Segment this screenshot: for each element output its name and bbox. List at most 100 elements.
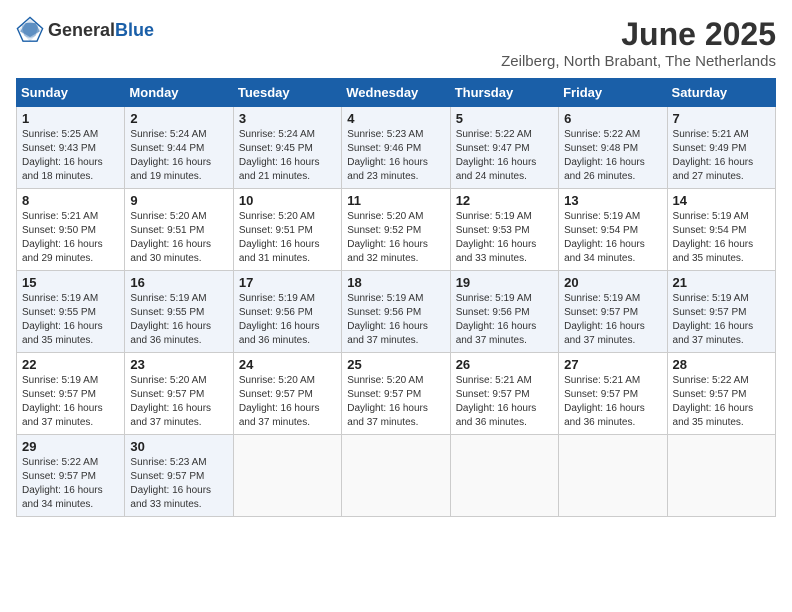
calendar-day-cell: 30 Sunrise: 5:23 AM Sunset: 9:57 PM Dayl… bbox=[125, 435, 233, 517]
calendar-day-cell: 28 Sunrise: 5:22 AM Sunset: 9:57 PM Dayl… bbox=[667, 353, 775, 435]
calendar-day-cell: 22 Sunrise: 5:19 AM Sunset: 9:57 PM Dayl… bbox=[17, 353, 125, 435]
day-number: 29 bbox=[22, 439, 119, 454]
day-number: 1 bbox=[22, 111, 119, 126]
cell-info: Sunrise: 5:20 AM Sunset: 9:57 PM Dayligh… bbox=[347, 374, 444, 430]
calendar-day-cell: 5 Sunrise: 5:22 AM Sunset: 9:47 PM Dayli… bbox=[450, 107, 558, 189]
calendar-day-cell: 9 Sunrise: 5:20 AM Sunset: 9:51 PM Dayli… bbox=[125, 189, 233, 271]
calendar-day-cell: 12 Sunrise: 5:19 AM Sunset: 9:53 PM Dayl… bbox=[450, 189, 558, 271]
cell-info: Sunrise: 5:20 AM Sunset: 9:57 PM Dayligh… bbox=[130, 374, 227, 430]
cell-info: Sunrise: 5:19 AM Sunset: 9:57 PM Dayligh… bbox=[564, 292, 661, 348]
calendar-day-cell: 27 Sunrise: 5:21 AM Sunset: 9:57 PM Dayl… bbox=[559, 353, 667, 435]
day-number: 27 bbox=[564, 357, 661, 372]
cell-info: Sunrise: 5:25 AM Sunset: 9:43 PM Dayligh… bbox=[22, 128, 119, 184]
day-number: 17 bbox=[239, 275, 336, 290]
day-number: 6 bbox=[564, 111, 661, 126]
calendar-day-cell: 16 Sunrise: 5:19 AM Sunset: 9:55 PM Dayl… bbox=[125, 271, 233, 353]
day-number: 7 bbox=[673, 111, 770, 126]
day-number: 13 bbox=[564, 193, 661, 208]
cell-info: Sunrise: 5:23 AM Sunset: 9:46 PM Dayligh… bbox=[347, 128, 444, 184]
calendar-day-cell: 18 Sunrise: 5:19 AM Sunset: 9:56 PM Dayl… bbox=[342, 271, 450, 353]
cell-info: Sunrise: 5:19 AM Sunset: 9:56 PM Dayligh… bbox=[347, 292, 444, 348]
cell-info: Sunrise: 5:22 AM Sunset: 9:47 PM Dayligh… bbox=[456, 128, 553, 184]
logo-icon bbox=[16, 16, 44, 44]
calendar-day-cell: 26 Sunrise: 5:21 AM Sunset: 9:57 PM Dayl… bbox=[450, 353, 558, 435]
calendar-day-cell: 14 Sunrise: 5:19 AM Sunset: 9:54 PM Dayl… bbox=[667, 189, 775, 271]
calendar-day-cell: 21 Sunrise: 5:19 AM Sunset: 9:57 PM Dayl… bbox=[667, 271, 775, 353]
day-number: 23 bbox=[130, 357, 227, 372]
day-number: 15 bbox=[22, 275, 119, 290]
calendar-week-row: 29 Sunrise: 5:22 AM Sunset: 9:57 PM Dayl… bbox=[17, 435, 776, 517]
logo: GeneralBlue bbox=[16, 16, 154, 44]
day-number: 12 bbox=[456, 193, 553, 208]
day-number: 4 bbox=[347, 111, 444, 126]
day-number: 22 bbox=[22, 357, 119, 372]
calendar-day-cell: 7 Sunrise: 5:21 AM Sunset: 9:49 PM Dayli… bbox=[667, 107, 775, 189]
calendar-day-cell: 4 Sunrise: 5:23 AM Sunset: 9:46 PM Dayli… bbox=[342, 107, 450, 189]
calendar-day-cell: 24 Sunrise: 5:20 AM Sunset: 9:57 PM Dayl… bbox=[233, 353, 341, 435]
day-number: 5 bbox=[456, 111, 553, 126]
calendar-day-cell bbox=[559, 435, 667, 517]
day-number: 18 bbox=[347, 275, 444, 290]
cell-info: Sunrise: 5:24 AM Sunset: 9:45 PM Dayligh… bbox=[239, 128, 336, 184]
cell-info: Sunrise: 5:19 AM Sunset: 9:57 PM Dayligh… bbox=[22, 374, 119, 430]
calendar-day-cell: 3 Sunrise: 5:24 AM Sunset: 9:45 PM Dayli… bbox=[233, 107, 341, 189]
day-number: 3 bbox=[239, 111, 336, 126]
calendar-day-cell: 11 Sunrise: 5:20 AM Sunset: 9:52 PM Dayl… bbox=[342, 189, 450, 271]
day-number: 30 bbox=[130, 439, 227, 454]
day-number: 10 bbox=[239, 193, 336, 208]
day-number: 24 bbox=[239, 357, 336, 372]
weekday-header-monday: Monday bbox=[125, 79, 233, 107]
cell-info: Sunrise: 5:19 AM Sunset: 9:56 PM Dayligh… bbox=[456, 292, 553, 348]
day-number: 28 bbox=[673, 357, 770, 372]
calendar-day-cell bbox=[667, 435, 775, 517]
calendar-week-row: 22 Sunrise: 5:19 AM Sunset: 9:57 PM Dayl… bbox=[17, 353, 776, 435]
calendar-day-cell: 19 Sunrise: 5:19 AM Sunset: 9:56 PM Dayl… bbox=[450, 271, 558, 353]
month-title: June 2025 bbox=[501, 16, 776, 53]
day-number: 11 bbox=[347, 193, 444, 208]
cell-info: Sunrise: 5:19 AM Sunset: 9:54 PM Dayligh… bbox=[564, 210, 661, 266]
weekday-header-row: SundayMondayTuesdayWednesdayThursdayFrid… bbox=[17, 79, 776, 107]
cell-info: Sunrise: 5:19 AM Sunset: 9:55 PM Dayligh… bbox=[130, 292, 227, 348]
cell-info: Sunrise: 5:20 AM Sunset: 9:57 PM Dayligh… bbox=[239, 374, 336, 430]
cell-info: Sunrise: 5:24 AM Sunset: 9:44 PM Dayligh… bbox=[130, 128, 227, 184]
cell-info: Sunrise: 5:22 AM Sunset: 9:57 PM Dayligh… bbox=[673, 374, 770, 430]
cell-info: Sunrise: 5:19 AM Sunset: 9:57 PM Dayligh… bbox=[673, 292, 770, 348]
cell-info: Sunrise: 5:22 AM Sunset: 9:57 PM Dayligh… bbox=[22, 456, 119, 512]
location-title: Zeilberg, North Brabant, The Netherlands bbox=[501, 53, 776, 70]
calendar-day-cell bbox=[342, 435, 450, 517]
calendar-week-row: 8 Sunrise: 5:21 AM Sunset: 9:50 PM Dayli… bbox=[17, 189, 776, 271]
cell-info: Sunrise: 5:20 AM Sunset: 9:52 PM Dayligh… bbox=[347, 210, 444, 266]
cell-info: Sunrise: 5:21 AM Sunset: 9:57 PM Dayligh… bbox=[564, 374, 661, 430]
page-header: GeneralBlue June 2025 Zeilberg, North Br… bbox=[16, 16, 776, 70]
day-number: 14 bbox=[673, 193, 770, 208]
weekday-header-saturday: Saturday bbox=[667, 79, 775, 107]
day-number: 8 bbox=[22, 193, 119, 208]
day-number: 25 bbox=[347, 357, 444, 372]
cell-info: Sunrise: 5:21 AM Sunset: 9:49 PM Dayligh… bbox=[673, 128, 770, 184]
calendar-day-cell: 15 Sunrise: 5:19 AM Sunset: 9:55 PM Dayl… bbox=[17, 271, 125, 353]
calendar-day-cell: 20 Sunrise: 5:19 AM Sunset: 9:57 PM Dayl… bbox=[559, 271, 667, 353]
weekday-header-wednesday: Wednesday bbox=[342, 79, 450, 107]
calendar-day-cell: 29 Sunrise: 5:22 AM Sunset: 9:57 PM Dayl… bbox=[17, 435, 125, 517]
calendar-week-row: 1 Sunrise: 5:25 AM Sunset: 9:43 PM Dayli… bbox=[17, 107, 776, 189]
cell-info: Sunrise: 5:19 AM Sunset: 9:55 PM Dayligh… bbox=[22, 292, 119, 348]
day-number: 20 bbox=[564, 275, 661, 290]
cell-info: Sunrise: 5:19 AM Sunset: 9:56 PM Dayligh… bbox=[239, 292, 336, 348]
cell-info: Sunrise: 5:20 AM Sunset: 9:51 PM Dayligh… bbox=[239, 210, 336, 266]
calendar-day-cell: 2 Sunrise: 5:24 AM Sunset: 9:44 PM Dayli… bbox=[125, 107, 233, 189]
calendar-day-cell: 25 Sunrise: 5:20 AM Sunset: 9:57 PM Dayl… bbox=[342, 353, 450, 435]
calendar-day-cell: 10 Sunrise: 5:20 AM Sunset: 9:51 PM Dayl… bbox=[233, 189, 341, 271]
weekday-header-sunday: Sunday bbox=[17, 79, 125, 107]
cell-info: Sunrise: 5:22 AM Sunset: 9:48 PM Dayligh… bbox=[564, 128, 661, 184]
cell-info: Sunrise: 5:20 AM Sunset: 9:51 PM Dayligh… bbox=[130, 210, 227, 266]
calendar-day-cell: 1 Sunrise: 5:25 AM Sunset: 9:43 PM Dayli… bbox=[17, 107, 125, 189]
cell-info: Sunrise: 5:19 AM Sunset: 9:54 PM Dayligh… bbox=[673, 210, 770, 266]
weekday-header-friday: Friday bbox=[559, 79, 667, 107]
day-number: 2 bbox=[130, 111, 227, 126]
calendar-day-cell: 13 Sunrise: 5:19 AM Sunset: 9:54 PM Dayl… bbox=[559, 189, 667, 271]
logo-text-blue: Blue bbox=[115, 20, 154, 40]
cell-info: Sunrise: 5:23 AM Sunset: 9:57 PM Dayligh… bbox=[130, 456, 227, 512]
cell-info: Sunrise: 5:21 AM Sunset: 9:50 PM Dayligh… bbox=[22, 210, 119, 266]
calendar-day-cell: 17 Sunrise: 5:19 AM Sunset: 9:56 PM Dayl… bbox=[233, 271, 341, 353]
calendar-table: SundayMondayTuesdayWednesdayThursdayFrid… bbox=[16, 78, 776, 517]
